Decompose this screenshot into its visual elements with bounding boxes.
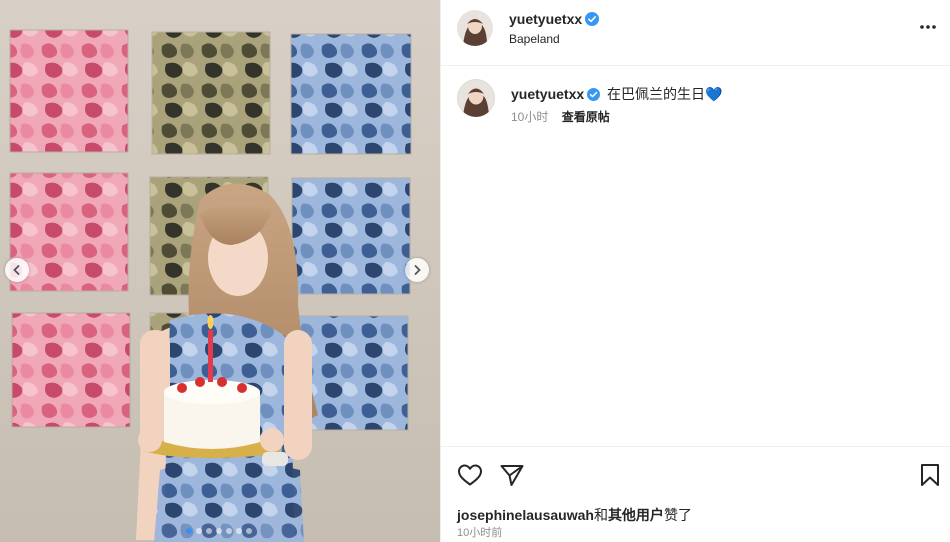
post-username-text[interactable]: yuetyuetxx — [509, 11, 582, 27]
see-translation-link[interactable]: 查看原帖 — [562, 110, 610, 124]
action-bar: josephinelausauwah和其他用户赞了 10小时前 — [441, 446, 950, 542]
verified-badge-icon — [585, 12, 600, 26]
carousel-dot[interactable] — [246, 528, 252, 534]
birthday-photo — [9, 29, 412, 542]
avatar-image — [457, 79, 495, 117]
share-button[interactable] — [499, 463, 525, 492]
avatar-image — [457, 10, 493, 46]
likes-summary: josephinelausauwah和其他用户赞了 — [457, 505, 692, 525]
paper-plane-icon — [500, 465, 524, 486]
caption-meta: 10小时 查看原帖 — [511, 108, 610, 125]
post-location[interactable]: Bapeland — [509, 32, 560, 46]
carousel-dot[interactable] — [196, 528, 202, 534]
post-username[interactable]: yuetyuetxx — [509, 11, 600, 27]
heart-icon — [458, 464, 482, 486]
like-button[interactable] — [457, 463, 483, 492]
post-timestamp[interactable]: 10小时前 — [457, 524, 502, 540]
save-button[interactable] — [919, 463, 941, 492]
carousel-dot[interactable] — [186, 528, 192, 534]
carousel-dot[interactable] — [206, 528, 212, 534]
verified-badge-icon — [587, 88, 601, 101]
bookmark-icon — [921, 464, 939, 486]
carousel-prev-button[interactable] — [5, 258, 29, 282]
carousel-dot[interactable] — [216, 528, 222, 534]
carousel-dot[interactable] — [236, 528, 242, 534]
post-header: yuetyuetxx Bapeland — [441, 0, 950, 66]
chevron-left-icon — [13, 265, 20, 275]
more-options-button[interactable] — [919, 18, 937, 41]
carousel-dots — [186, 528, 252, 534]
carousel-next-button[interactable] — [405, 258, 429, 282]
post-media[interactable] — [0, 0, 440, 542]
chevron-right-icon — [414, 265, 421, 275]
caption-line: yuetyuetxx 在巴佩兰的生日💙 — [511, 84, 722, 104]
more-horizontal-icon — [920, 25, 936, 29]
liker-username[interactable]: josephinelausauwah — [457, 507, 594, 523]
likes-connector: 和 — [593, 507, 608, 523]
post-panel: yuetyuetxx Bapeland yuetyuetxx 在巴佩兰的生日💙 … — [440, 0, 950, 542]
caption-text: 在巴佩兰的生日💙 — [607, 86, 723, 102]
caption-avatar[interactable] — [457, 79, 495, 117]
carousel-dot[interactable] — [226, 528, 232, 534]
caption-username[interactable]: yuetyuetxx — [511, 86, 584, 102]
caption-age[interactable]: 10小时 — [511, 110, 548, 124]
others-link[interactable]: 其他用户 — [608, 507, 664, 523]
likes-suffix: 赞了 — [663, 507, 692, 523]
avatar[interactable] — [457, 10, 493, 46]
